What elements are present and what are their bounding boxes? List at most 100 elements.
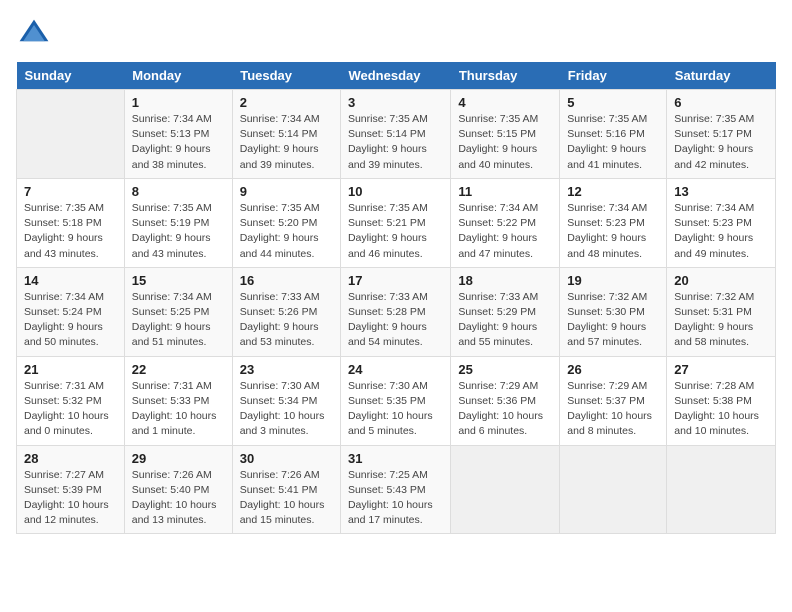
- logo-icon: [16, 16, 52, 52]
- calendar-cell: 30 Sunrise: 7:26 AM Sunset: 5:41 PM Dayli…: [232, 445, 340, 534]
- calendar-cell: 29Sunrise: 7:26 AM Sunset: 5:40 PM Dayli…: [124, 445, 232, 534]
- calendar-cell: 20 Sunrise: 7:32 AM Sunset: 5:31 PM Dayli…: [667, 267, 776, 356]
- day-number: 10: [348, 184, 443, 199]
- day-info: Sunrise: 7:31 AM Sunset: 5:33 PM Dayligh…: [132, 379, 225, 440]
- calendar-cell: 19 Sunrise: 7:32 AM Sunset: 5:30 PM Dayli…: [560, 267, 667, 356]
- day-info: Sunrise: 7:31 AM Sunset: 5:32 PM Dayligh…: [24, 379, 117, 440]
- day-info: Sunrise: 7:34 AM Sunset: 5:24 PM Dayligh…: [24, 290, 117, 351]
- day-info: Sunrise: 7:34 AM Sunset: 5:23 PM Dayligh…: [674, 201, 768, 262]
- calendar-cell: 6 Sunrise: 7:35 AM Sunset: 5:17 PM Daylig…: [667, 90, 776, 179]
- day-number: 8: [132, 184, 225, 199]
- calendar-cell: 9Sunrise: 7:35 AM Sunset: 5:20 PM Daylig…: [232, 178, 340, 267]
- calendar-cell: 4 Sunrise: 7:35 AM Sunset: 5:15 PM Daylig…: [451, 90, 560, 179]
- day-info: Sunrise: 7:34 AM Sunset: 5:25 PM Dayligh…: [132, 290, 225, 351]
- day-number: 17: [348, 273, 443, 288]
- day-info: Sunrise: 7:35 AM Sunset: 5:19 PM Dayligh…: [132, 201, 225, 262]
- weekday-header: Tuesday: [232, 62, 340, 90]
- day-info: Sunrise: 7:35 AM Sunset: 5:18 PM Dayligh…: [24, 201, 117, 262]
- day-number: 11: [458, 184, 552, 199]
- weekday-header: Friday: [560, 62, 667, 90]
- calendar-cell: 13 Sunrise: 7:34 AM Sunset: 5:23 PM Dayli…: [667, 178, 776, 267]
- day-number: 26: [567, 362, 659, 377]
- day-number: 13: [674, 184, 768, 199]
- day-info: Sunrise: 7:33 AM Sunset: 5:29 PM Dayligh…: [458, 290, 552, 351]
- calendar-cell: [17, 90, 125, 179]
- calendar-cell: 25 Sunrise: 7:29 AM Sunset: 5:36 PM Dayli…: [451, 356, 560, 445]
- weekday-header: Saturday: [667, 62, 776, 90]
- day-info: Sunrise: 7:26 AM Sunset: 5:41 PM Dayligh…: [240, 468, 333, 529]
- day-number: 20: [674, 273, 768, 288]
- calendar-cell: [451, 445, 560, 534]
- calendar-cell: 23 Sunrise: 7:30 AM Sunset: 5:34 PM Dayli…: [232, 356, 340, 445]
- calendar-cell: 1 Sunrise: 7:34 AM Sunset: 5:13 PM Daylig…: [124, 90, 232, 179]
- day-info: Sunrise: 7:26 AM Sunset: 5:40 PM Dayligh…: [132, 468, 225, 529]
- weekday-header: Monday: [124, 62, 232, 90]
- calendar-cell: 27 Sunrise: 7:28 AM Sunset: 5:38 PM Dayli…: [667, 356, 776, 445]
- day-info: Sunrise: 7:28 AM Sunset: 5:38 PM Dayligh…: [674, 379, 768, 440]
- calendar-cell: 18 Sunrise: 7:33 AM Sunset: 5:29 PM Dayli…: [451, 267, 560, 356]
- day-info: Sunrise: 7:30 AM Sunset: 5:35 PM Dayligh…: [348, 379, 443, 440]
- day-info: Sunrise: 7:25 AM Sunset: 5:43 PM Dayligh…: [348, 468, 443, 529]
- day-number: 24: [348, 362, 443, 377]
- page-header: [16, 16, 776, 52]
- calendar-cell: 22 Sunrise: 7:31 AM Sunset: 5:33 PM Dayli…: [124, 356, 232, 445]
- day-info: Sunrise: 7:35 AM Sunset: 5:17 PM Dayligh…: [674, 112, 768, 173]
- day-number: 5: [567, 95, 659, 110]
- day-number: 1: [132, 95, 225, 110]
- calendar-cell: 2Sunrise: 7:34 AM Sunset: 5:14 PM Daylig…: [232, 90, 340, 179]
- weekday-header: Wednesday: [340, 62, 450, 90]
- calendar-table: SundayMondayTuesdayWednesdayThursdayFrid…: [16, 62, 776, 534]
- day-number: 19: [567, 273, 659, 288]
- day-number: 28: [24, 451, 117, 466]
- day-number: 16: [240, 273, 333, 288]
- calendar-cell: [667, 445, 776, 534]
- calendar-cell: 5 Sunrise: 7:35 AM Sunset: 5:16 PM Daylig…: [560, 90, 667, 179]
- day-number: 30: [240, 451, 333, 466]
- calendar-cell: 28 Sunrise: 7:27 AM Sunset: 5:39 PM Dayli…: [17, 445, 125, 534]
- day-number: 25: [458, 362, 552, 377]
- day-number: 18: [458, 273, 552, 288]
- day-info: Sunrise: 7:30 AM Sunset: 5:34 PM Dayligh…: [240, 379, 333, 440]
- day-info: Sunrise: 7:32 AM Sunset: 5:31 PM Dayligh…: [674, 290, 768, 351]
- day-number: 27: [674, 362, 768, 377]
- calendar-cell: 7 Sunrise: 7:35 AM Sunset: 5:18 PM Daylig…: [17, 178, 125, 267]
- calendar-cell: 24 Sunrise: 7:30 AM Sunset: 5:35 PM Dayli…: [340, 356, 450, 445]
- day-number: 7: [24, 184, 117, 199]
- day-info: Sunrise: 7:27 AM Sunset: 5:39 PM Dayligh…: [24, 468, 117, 529]
- calendar-cell: 3 Sunrise: 7:35 AM Sunset: 5:14 PM Daylig…: [340, 90, 450, 179]
- calendar-cell: [560, 445, 667, 534]
- day-number: 6: [674, 95, 768, 110]
- day-info: Sunrise: 7:34 AM Sunset: 5:14 PM Dayligh…: [240, 112, 333, 173]
- day-number: 4: [458, 95, 552, 110]
- day-number: 22: [132, 362, 225, 377]
- calendar-cell: 16 Sunrise: 7:33 AM Sunset: 5:26 PM Dayli…: [232, 267, 340, 356]
- calendar-cell: 8 Sunrise: 7:35 AM Sunset: 5:19 PM Daylig…: [124, 178, 232, 267]
- day-info: Sunrise: 7:35 AM Sunset: 5:15 PM Dayligh…: [458, 112, 552, 173]
- calendar-cell: 10 Sunrise: 7:35 AM Sunset: 5:21 PM Dayli…: [340, 178, 450, 267]
- day-number: 23: [240, 362, 333, 377]
- day-number: 12: [567, 184, 659, 199]
- day-info: Sunrise: 7:32 AM Sunset: 5:30 PM Dayligh…: [567, 290, 659, 351]
- day-info: Sunrise: 7:33 AM Sunset: 5:28 PM Dayligh…: [348, 290, 443, 351]
- day-number: 15: [132, 273, 225, 288]
- day-info: Sunrise: 7:29 AM Sunset: 5:36 PM Dayligh…: [458, 379, 552, 440]
- day-number: 31: [348, 451, 443, 466]
- calendar-cell: 26 Sunrise: 7:29 AM Sunset: 5:37 PM Dayli…: [560, 356, 667, 445]
- day-number: 14: [24, 273, 117, 288]
- day-info: Sunrise: 7:35 AM Sunset: 5:20 PM Dayligh…: [240, 201, 333, 262]
- calendar-cell: 14 Sunrise: 7:34 AM Sunset: 5:24 PM Dayli…: [17, 267, 125, 356]
- calendar-cell: 15 Sunrise: 7:34 AM Sunset: 5:25 PM Dayli…: [124, 267, 232, 356]
- day-info: Sunrise: 7:34 AM Sunset: 5:22 PM Dayligh…: [458, 201, 552, 262]
- day-info: Sunrise: 7:29 AM Sunset: 5:37 PM Dayligh…: [567, 379, 659, 440]
- calendar-cell: 12 Sunrise: 7:34 AM Sunset: 5:23 PM Dayli…: [560, 178, 667, 267]
- day-info: Sunrise: 7:33 AM Sunset: 5:26 PM Dayligh…: [240, 290, 333, 351]
- day-info: Sunrise: 7:34 AM Sunset: 5:23 PM Dayligh…: [567, 201, 659, 262]
- day-info: Sunrise: 7:35 AM Sunset: 5:14 PM Dayligh…: [348, 112, 443, 173]
- day-info: Sunrise: 7:35 AM Sunset: 5:21 PM Dayligh…: [348, 201, 443, 262]
- calendar-cell: 21Sunrise: 7:31 AM Sunset: 5:32 PM Dayli…: [17, 356, 125, 445]
- calendar-cell: 11 Sunrise: 7:34 AM Sunset: 5:22 PM Dayli…: [451, 178, 560, 267]
- day-info: Sunrise: 7:34 AM Sunset: 5:13 PM Dayligh…: [132, 112, 225, 173]
- day-info: Sunrise: 7:35 AM Sunset: 5:16 PM Dayligh…: [567, 112, 659, 173]
- calendar-cell: 17 Sunrise: 7:33 AM Sunset: 5:28 PM Dayli…: [340, 267, 450, 356]
- day-number: 3: [348, 95, 443, 110]
